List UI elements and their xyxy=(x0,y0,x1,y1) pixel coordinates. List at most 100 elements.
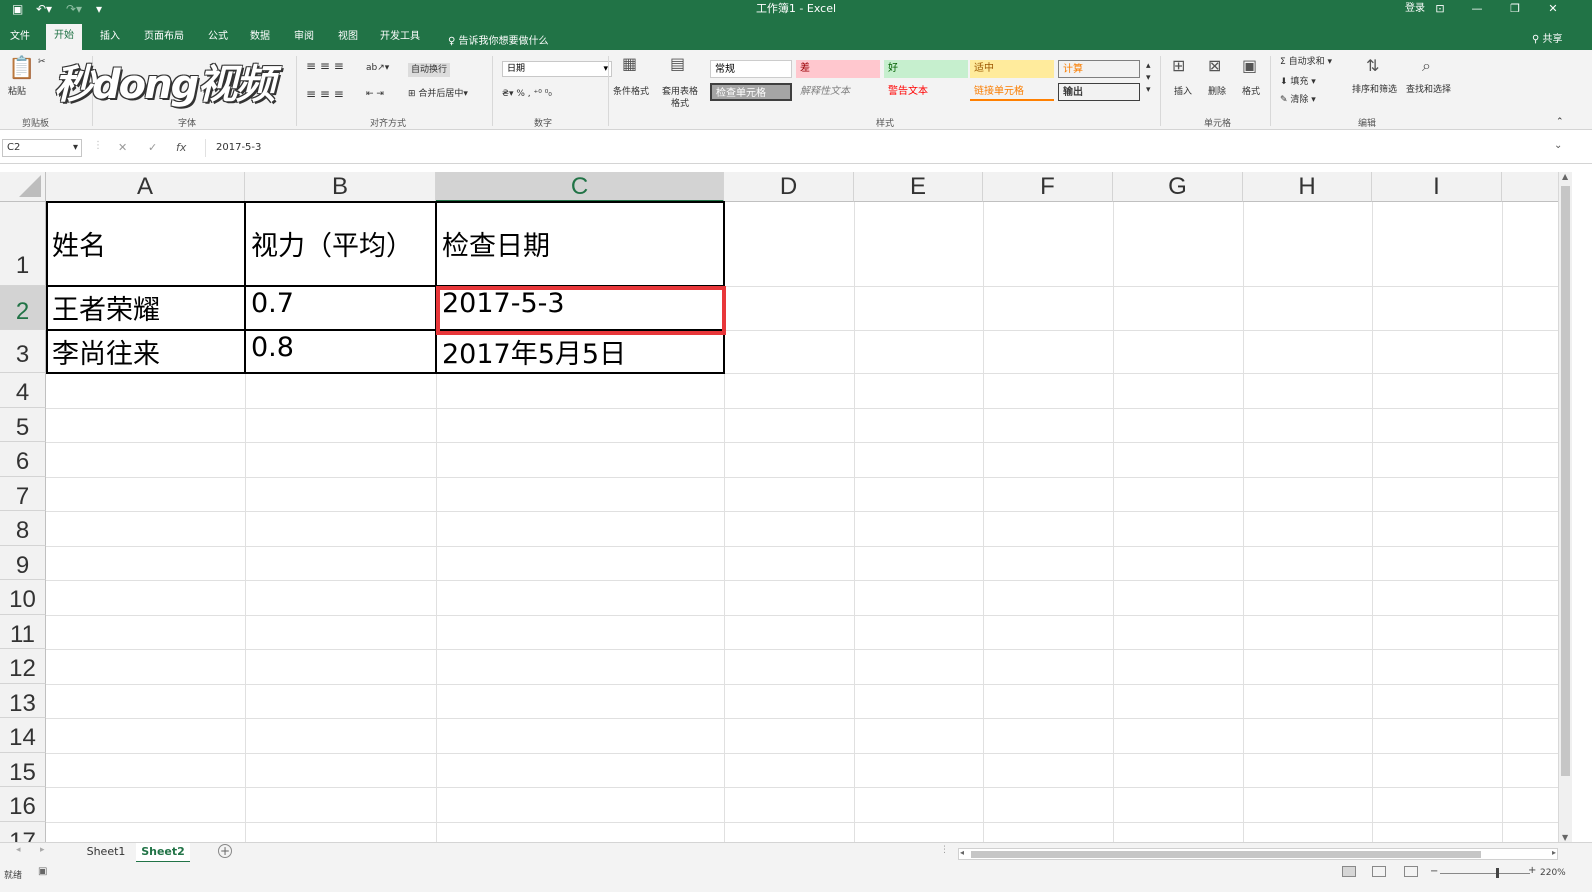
row-header-12[interactable]: 12 xyxy=(0,649,46,684)
autosum-button[interactable]: Σ 自动求和 ▾ xyxy=(1280,56,1332,68)
cell-b2[interactable]: 0.7 xyxy=(245,288,435,328)
table-format-label[interactable]: 套用表格格式 xyxy=(660,86,700,110)
align-left-icon[interactable]: ≡ ≡ ≡ xyxy=(306,88,344,100)
row-header-7[interactable]: 7 xyxy=(0,477,46,511)
scroll-down-icon[interactable]: ▼ xyxy=(1562,833,1568,842)
align-top-icon[interactable]: ≡ ≡ ≡ xyxy=(306,60,344,72)
tell-me-search[interactable]: ♀ 告诉我你想要做什么 xyxy=(448,32,549,47)
style-check-cell[interactable]: 检查单元格 xyxy=(710,83,792,101)
row-header-8[interactable]: 8 xyxy=(0,511,46,546)
format-cells-icon[interactable]: ▣ xyxy=(1242,56,1257,75)
tab-developer[interactable]: 开发工具 xyxy=(372,26,428,50)
tab-formulas[interactable]: 公式 xyxy=(200,26,236,50)
column-header-e[interactable]: E xyxy=(854,172,983,202)
style-output[interactable]: 输出 xyxy=(1058,83,1140,101)
prev-sheet-icon[interactable]: ◂ xyxy=(16,845,21,855)
row-header-1[interactable]: 1 xyxy=(0,202,46,286)
conditional-format-label[interactable]: 条件格式 xyxy=(613,86,649,98)
close-button[interactable]: ✕ xyxy=(1538,0,1568,18)
style-calculation[interactable]: 计算 xyxy=(1058,60,1140,78)
confirm-entry-icon[interactable]: ✓ xyxy=(148,141,157,154)
cell-b1[interactable]: 视力（平均） xyxy=(245,224,435,264)
minimize-button[interactable]: — xyxy=(1462,0,1492,18)
row-header-2[interactable]: 2 xyxy=(0,286,46,330)
zoom-slider[interactable] xyxy=(1440,873,1530,874)
restore-button[interactable]: ❐ xyxy=(1500,0,1530,18)
currency-icon[interactable]: ₴▾ % , ⁺⁰ ⁰₀ xyxy=(502,88,552,100)
table-format-icon[interactable]: ▤ xyxy=(670,54,685,73)
insert-function-icon[interactable]: fx xyxy=(176,141,186,154)
collapse-ribbon-icon[interactable]: ⌃ xyxy=(1556,116,1564,128)
tab-data[interactable]: 数据 xyxy=(242,26,278,50)
select-all-button[interactable] xyxy=(0,172,46,202)
format-cells-label[interactable]: 格式 xyxy=(1242,86,1260,98)
insert-cells-label[interactable]: 插入 xyxy=(1174,86,1192,98)
styles-scroll-icon[interactable]: ▴ ▾ ▾ xyxy=(1146,60,1151,96)
cell-a2[interactable]: 王者荣耀 xyxy=(46,288,244,328)
splitter-icon[interactable]: ⋮ xyxy=(940,845,949,855)
wrap-text-button[interactable]: 自动换行 xyxy=(408,63,451,77)
column-header-b[interactable]: B xyxy=(245,172,436,202)
column-header-f[interactable]: F xyxy=(983,172,1113,202)
style-neutral[interactable]: 适中 xyxy=(970,60,1054,78)
cut-icon[interactable]: ✂ xyxy=(38,56,46,68)
style-linked-cell[interactable]: 链接单元格 xyxy=(970,83,1054,101)
find-select-label[interactable]: 查找和选择 xyxy=(1406,84,1451,96)
column-header-h[interactable]: H xyxy=(1243,172,1372,202)
next-sheet-icon[interactable]: ▸ xyxy=(40,845,45,855)
delete-cells-icon[interactable]: ⊠ xyxy=(1208,56,1221,75)
row-header-4[interactable]: 4 xyxy=(0,373,46,408)
tab-page-layout[interactable]: 页面布局 xyxy=(136,26,192,50)
normal-view-icon[interactable] xyxy=(1342,866,1356,877)
scroll-up-icon[interactable]: ▲ xyxy=(1562,172,1568,181)
column-header-partial[interactable] xyxy=(1502,172,1562,202)
delete-cells-label[interactable]: 删除 xyxy=(1208,86,1226,98)
page-layout-view-icon[interactable] xyxy=(1372,866,1386,877)
style-warning[interactable]: 警告文本 xyxy=(884,83,968,101)
row-header-16[interactable]: 16 xyxy=(0,787,46,822)
ribbon-display-icon[interactable]: ⊡ xyxy=(1425,0,1455,18)
share-button[interactable]: ⚲ 共享 xyxy=(1532,30,1563,45)
macro-record-icon[interactable]: ▣ xyxy=(38,866,47,877)
find-icon[interactable]: ⌕ xyxy=(1422,56,1431,76)
zoom-out-icon[interactable]: − xyxy=(1430,866,1438,877)
cell-c1[interactable]: 检查日期 xyxy=(436,224,723,264)
number-format-select[interactable]: 日期 ▾ xyxy=(502,61,612,77)
sort-filter-icon[interactable]: ⇅ xyxy=(1366,56,1379,75)
row-header-5[interactable]: 5 xyxy=(0,408,46,442)
vertical-scroll-thumb[interactable] xyxy=(1561,186,1570,776)
row-header-15[interactable]: 15 xyxy=(0,753,46,787)
tab-review[interactable]: 审阅 xyxy=(286,26,322,50)
clear-button[interactable]: ✎ 清除 ▾ xyxy=(1280,94,1316,106)
indent-icon[interactable]: ⇤ ⇥ xyxy=(366,88,384,100)
sheet-tab-sheet2[interactable]: Sheet2 xyxy=(136,843,190,863)
formula-input[interactable]: 2017-5-3 xyxy=(205,139,1580,157)
login-link[interactable]: 登录 xyxy=(1405,0,1425,18)
horizontal-scrollbar[interactable]: ◂ ▸ xyxy=(958,848,1558,860)
conditional-format-icon[interactable]: ▦ xyxy=(622,54,637,73)
zoom-slider-knob[interactable] xyxy=(1496,868,1499,878)
row-header-6[interactable]: 6 xyxy=(0,442,46,477)
cell-c3[interactable]: 2017年5月5日 xyxy=(436,332,723,372)
paste-label[interactable]: 粘贴 xyxy=(8,86,26,98)
page-break-view-icon[interactable] xyxy=(1404,866,1418,877)
horizontal-scroll-thumb[interactable] xyxy=(971,851,1481,858)
row-header-11[interactable]: 11 xyxy=(0,615,46,649)
tab-home[interactable]: 开始 xyxy=(46,24,82,50)
column-header-a[interactable]: A xyxy=(46,172,245,202)
scroll-left-icon[interactable]: ◂ xyxy=(960,848,964,857)
column-header-i[interactable]: I xyxy=(1372,172,1502,202)
tab-view[interactable]: 视图 xyxy=(330,26,366,50)
row-header-10[interactable]: 10 xyxy=(0,580,46,615)
zoom-in-icon[interactable]: + xyxy=(1528,865,1536,876)
style-good[interactable]: 好 xyxy=(884,60,968,78)
column-header-c[interactable]: C xyxy=(436,172,724,202)
sort-filter-label[interactable]: 排序和筛选 xyxy=(1352,84,1397,96)
row-header-9[interactable]: 9 xyxy=(0,546,46,580)
style-explanatory[interactable]: 解释性文本 xyxy=(796,83,880,101)
vertical-scrollbar[interactable]: ▲ ▼ xyxy=(1558,172,1572,842)
scroll-right-icon[interactable]: ▸ xyxy=(1552,848,1556,857)
add-sheet-button[interactable]: + xyxy=(218,844,232,858)
cell-a1[interactable]: 姓名 xyxy=(46,224,244,264)
sheet-tab-sheet1[interactable]: Sheet1 xyxy=(80,843,132,863)
